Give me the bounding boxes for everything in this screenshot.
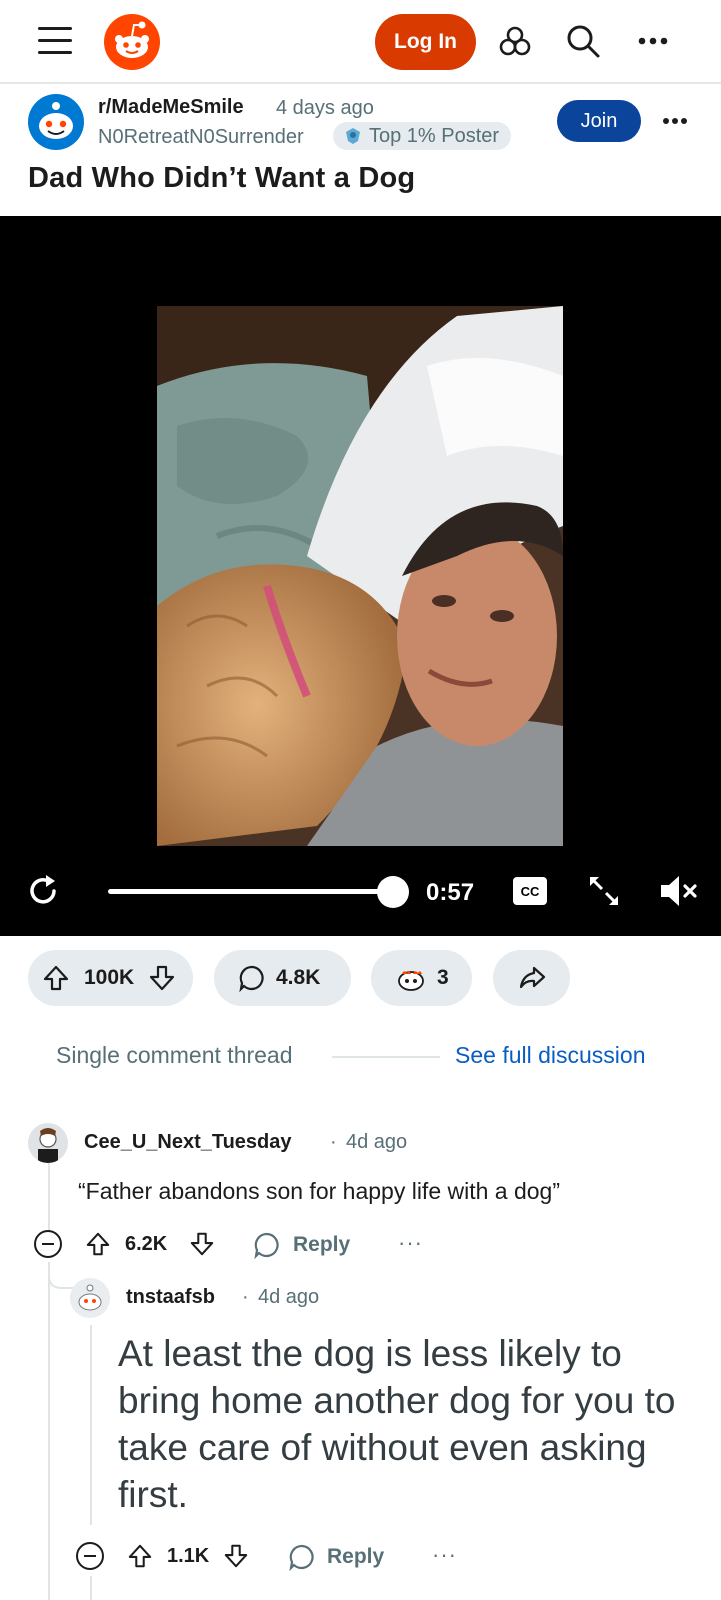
flair-icon — [346, 128, 360, 144]
vote-count: 100K — [84, 966, 135, 989]
comment-more-button[interactable]: ··· — [432, 1542, 457, 1568]
post-age: 4 days ago — [276, 97, 374, 119]
top-bar: Log In — [0, 0, 721, 84]
comment-username[interactable]: tnstaafsb — [126, 1286, 215, 1309]
thread-divider — [332, 1056, 440, 1058]
join-button[interactable]: Join — [557, 100, 641, 142]
downvote-icon[interactable] — [223, 1543, 249, 1569]
comments-button[interactable]: 4.8K — [214, 950, 351, 1006]
share-icon — [519, 966, 545, 989]
subreddit-name[interactable]: r/MadeMeSmile — [98, 96, 244, 119]
video-frame[interactable] — [157, 306, 563, 846]
mute-icon[interactable] — [658, 872, 698, 910]
thread-line — [90, 1576, 92, 1600]
comment-username[interactable]: Cee_U_Next_Tuesday — [84, 1131, 292, 1154]
reddit-logo[interactable] — [104, 14, 160, 70]
reply-icon[interactable] — [288, 1543, 316, 1571]
comment-age: 4d ago — [258, 1286, 320, 1308]
user-flair: Top 1% Poster — [333, 122, 512, 150]
avatar[interactable] — [70, 1278, 110, 1318]
menu-icon[interactable] — [38, 27, 72, 55]
flair-label: Top 1% Poster — [369, 124, 500, 147]
collapse-button[interactable] — [34, 1230, 62, 1258]
progress-handle[interactable] — [377, 876, 410, 908]
login-button[interactable]: Log In — [375, 14, 476, 70]
comment-text: “Father abandons son for happy life with… — [78, 1178, 561, 1204]
reply-button[interactable]: Reply — [327, 1545, 384, 1569]
award-button[interactable]: 3 — [371, 950, 472, 1006]
upvote-icon[interactable] — [42, 964, 70, 992]
captions-button[interactable]: CC — [513, 877, 547, 905]
fullscreen-icon[interactable] — [586, 873, 622, 909]
post-actions: 100K 4.8K 3 — [0, 950, 721, 1008]
award-count: 3 — [437, 966, 449, 989]
upvote-icon[interactable] — [85, 1231, 111, 1257]
comment-more-button[interactable]: ··· — [398, 1230, 423, 1256]
avatar[interactable] — [28, 1123, 68, 1163]
comment-icon — [239, 965, 264, 992]
comment-count: 4.8K — [276, 966, 321, 989]
comment-separator: · — [242, 1286, 249, 1308]
thread-line — [90, 1325, 92, 1525]
thread-label: Single comment thread — [56, 1042, 293, 1068]
award-icon — [398, 971, 424, 991]
video-time: 0:57 — [426, 879, 475, 906]
comment-score: 1.1K — [167, 1545, 210, 1567]
reply-icon[interactable] — [253, 1231, 281, 1259]
search-icon[interactable] — [564, 22, 602, 60]
author-name[interactable]: N0RetreatN0Surrender — [98, 126, 304, 149]
downvote-icon[interactable] — [189, 1231, 215, 1257]
reply-button[interactable]: Reply — [293, 1233, 350, 1257]
post-header: r/MadeMeSmile 4 days ago N0RetreatN0Surr… — [0, 86, 721, 216]
replay-icon[interactable] — [24, 872, 62, 910]
progress-bar[interactable] — [108, 889, 399, 894]
post-more-icon[interactable] — [660, 106, 690, 136]
collapse-button[interactable] — [76, 1542, 104, 1570]
share-button[interactable] — [493, 950, 570, 1006]
thread-line — [48, 1268, 50, 1600]
more-icon[interactable] — [634, 22, 672, 60]
comment-score: 6.2K — [125, 1233, 168, 1255]
vote-pill: 100K — [28, 950, 193, 1006]
upvote-icon[interactable] — [127, 1543, 153, 1569]
video-player[interactable]: 0:57 CC — [0, 216, 721, 936]
comment-separator: · — [330, 1131, 337, 1153]
post-title[interactable]: Dad Who Didn’t Want a Dog — [28, 162, 415, 195]
comment-age: 4d ago — [346, 1131, 408, 1153]
subreddit-avatar[interactable] — [28, 94, 84, 150]
comment-text: At least the dog is less likely to bring… — [118, 1333, 676, 1515]
downvote-icon[interactable] — [148, 964, 176, 992]
thread-bar: Single comment thread See full discussio… — [0, 1040, 721, 1074]
see-full-discussion-link[interactable]: See full discussion — [455, 1042, 646, 1069]
explore-icon[interactable] — [496, 22, 534, 60]
